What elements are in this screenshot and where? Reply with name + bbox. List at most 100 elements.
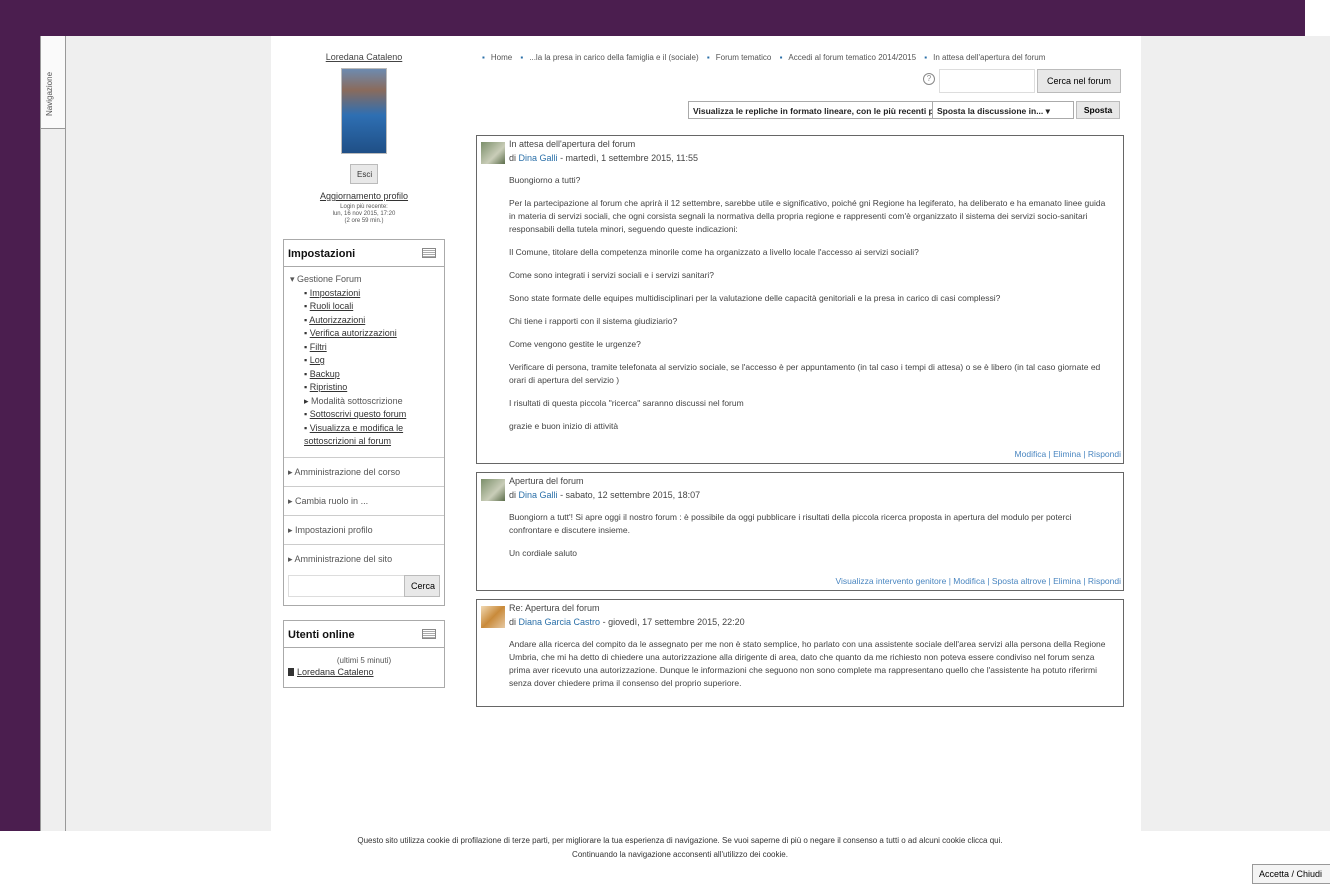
settings-title: Impostazioni	[288, 248, 356, 260]
dock-icon[interactable]	[422, 628, 436, 639]
tree-item-label[interactable]: Impostazioni	[310, 288, 361, 298]
tree-item[interactable]: ▪ Log	[290, 354, 438, 368]
post-actions[interactable]: Visualizza intervento genitore | Modific…	[477, 576, 1123, 590]
section-label: Amministrazione del corso	[294, 466, 401, 477]
accept-cookies-button[interactable]: Accetta / Chiudi	[1252, 864, 1330, 884]
avatar[interactable]	[481, 479, 505, 501]
post-author-link[interactable]: Diana Garcia Castro	[519, 617, 601, 627]
page-content: Loredana Cataleno Esci Aggiornamento pro…	[271, 36, 1141, 883]
tree-item-label[interactable]: Ripristino	[310, 382, 348, 392]
breadcrumb: ▪ Home ▪ ...la la presa in carico della fa…	[476, 48, 1124, 67]
settings-search-input[interactable]	[288, 574, 406, 597]
breadcrumb-item[interactable]: Accedi al forum tematico 2014/2015	[788, 53, 916, 62]
post-paragraph: Come sono integrati i servizi sociali e …	[509, 270, 715, 280]
section-profile-settings[interactable]: ▸ Impostazioni profilo	[284, 514, 444, 544]
tree-item[interactable]: ▪ Visualizza e modifica le sottoscrizion…	[290, 422, 438, 449]
tree-item[interactable]: ▪ Verifica autorizzazioni	[290, 327, 438, 341]
tree-item[interactable]: ▸ Modalità sottoscrizione	[290, 395, 438, 409]
tree-item-label[interactable]: Visualizza e modifica le sottoscrizioni …	[304, 423, 403, 447]
cookie-banner: Questo sito utilizza cookie di profilazi…	[0, 831, 1330, 883]
post-header: Re: Apertura del forum di Diana Garcia C…	[477, 600, 1123, 632]
forum-search-button[interactable]: Cerca nel forum	[1037, 69, 1121, 93]
post-header: Apertura del forum di Dina Galli - sabat…	[477, 473, 1123, 505]
post-date: - giovedì, 17 settembre 2015, 22:20	[602, 617, 745, 627]
post-actions[interactable]: Modifica | Elimina | Rispondi	[477, 449, 1123, 463]
tree-item[interactable]: ▪ Ruoli locali	[290, 300, 438, 314]
tree-group-forum[interactable]: ▾ Gestione Forum	[290, 273, 438, 287]
move-discussion-value: Sposta la discussione in...	[937, 106, 1044, 116]
post-date: - sabato, 12 settembre 2015, 18:07	[560, 490, 701, 500]
tree-item-label[interactable]: Autorizzazioni	[309, 315, 365, 325]
forum-search-input[interactable]	[939, 69, 1035, 93]
main-column: ▪ Home ▪ ...la la presa in carico della fa…	[476, 36, 1124, 707]
section-label: Cambia ruolo in ...	[295, 495, 369, 506]
post-subject: In attesa dell'apertura del forum	[509, 139, 636, 149]
last-login-ago: (2 ore 59 min.)	[344, 218, 384, 224]
online-users-header: Utenti online	[284, 621, 444, 648]
post-paragraph: grazie e buon inizio di attività	[509, 421, 619, 431]
post-paragraph: Andare alla ricerca del compito da le as…	[509, 639, 1106, 688]
post-byline: di Diana Garcia Castro - giovedì, 17 set…	[509, 617, 745, 627]
breadcrumb-item: In attesa dell'apertura del forum	[933, 53, 1046, 62]
profile-name-link[interactable]: Loredana Cataleno	[283, 52, 445, 62]
help-icon[interactable]: ?	[923, 73, 935, 85]
section-label: Impostazioni profilo	[295, 524, 373, 535]
tree-item[interactable]: ▪ Sottoscrivi questo forum	[290, 408, 438, 422]
section-course-admin[interactable]: ▸ Amministrazione del corso	[284, 456, 444, 486]
avatar[interactable]	[481, 606, 505, 628]
move-discussion-select[interactable]: Sposta la discussione in... ▾	[932, 101, 1074, 119]
browser-page: Navigazione Loredana Cataleno Esci Aggio…	[40, 36, 1330, 883]
post-author-link[interactable]: Dina Galli	[519, 153, 558, 163]
breadcrumb-item[interactable]: Forum tematico	[716, 53, 772, 62]
user-icon	[288, 668, 294, 677]
forum-post: Apertura del forum di Dina Galli - sabat…	[476, 472, 1124, 591]
section-change-role[interactable]: ▸ Cambia ruolo in ...	[284, 485, 444, 515]
online-period: (ultimi 5 minuti)	[336, 655, 392, 665]
avatar	[341, 68, 387, 154]
display-mode-select[interactable]: Visualizza le repliche in formato linear…	[688, 101, 938, 119]
settings-search: Cerca	[284, 573, 444, 605]
tree-item-label[interactable]: Ruoli locali	[310, 301, 354, 311]
logout-button[interactable]: Esci	[350, 164, 378, 184]
settings-search-button[interactable]: Cerca	[404, 574, 440, 597]
tree-item-label[interactable]: Verifica autorizzazioni	[310, 328, 397, 338]
online-users-title: Utenti online	[288, 628, 355, 641]
tree-item-label[interactable]: Backup	[310, 369, 340, 379]
tree-item[interactable]: ▪ Backup	[290, 368, 438, 382]
post-date: - martedì, 1 settembre 2015, 11:55	[560, 153, 698, 163]
breadcrumb-bullet: ▪	[520, 53, 524, 62]
dock-icon[interactable]	[422, 248, 436, 258]
post-body: Buongiorn a tutt'! Si apre oggi il nostr…	[477, 505, 1123, 576]
online-user-name[interactable]: Loredana Cataleno	[297, 667, 374, 677]
cookie-text: Questo sito utilizza cookie di profilazi…	[290, 834, 1070, 862]
tree-item-label[interactable]: Modalità sottoscrizione	[311, 396, 403, 406]
tree-item-label[interactable]: Log	[310, 355, 325, 365]
post-body: Andare alla ricerca del compito da le as…	[477, 632, 1123, 706]
tree-item-label[interactable]: Filtri	[310, 342, 327, 352]
tree-item[interactable]: ▪ Filtri	[290, 341, 438, 355]
breadcrumb-item[interactable]: ...la la presa in carico della famiglia …	[529, 53, 698, 62]
tree-item-label[interactable]: Sottoscrivi questo forum	[310, 409, 407, 419]
settings-header: Impostazioni	[284, 240, 444, 267]
settings-tree: ▾ Gestione Forum ▪ Impostazioni ▪ Ruoli …	[284, 267, 444, 457]
cookie-line-1: Questo sito utilizza cookie di profilazi…	[357, 836, 1003, 845]
post-paragraph: Buongiorno a tutti?	[509, 175, 581, 185]
move-button[interactable]: Sposta	[1076, 101, 1120, 119]
avatar[interactable]	[481, 142, 505, 164]
last-login-date: lun, 16 nov 2015, 17:20	[332, 211, 396, 217]
last-login-info: Login più recente: lun, 16 nov 2015, 17:…	[283, 204, 445, 225]
section-site-admin[interactable]: ▸ Amministrazione del sito	[284, 543, 444, 573]
breadcrumb-item[interactable]: Home	[491, 53, 512, 62]
tree-item[interactable]: ▪ Autorizzazioni	[290, 314, 438, 328]
post-author-link[interactable]: Dina Galli	[519, 490, 558, 500]
breadcrumb-bullet: ▪	[706, 53, 710, 62]
breadcrumb-bullet: ▪	[924, 53, 928, 62]
post-header: In attesa dell'apertura del forum di Din…	[477, 136, 1123, 168]
tree-item[interactable]: ▪ Ripristino	[290, 381, 438, 395]
tree-item[interactable]: ▪ Impostazioni	[290, 287, 438, 301]
breadcrumb-bullet: ▪	[482, 53, 485, 62]
online-user-link[interactable]: Loredana Cataleno	[284, 665, 444, 687]
navigation-tab[interactable]: Navigazione	[41, 36, 66, 129]
post-subject: Apertura del forum	[509, 476, 584, 486]
update-profile-link[interactable]: Aggiornamento profilo	[283, 191, 445, 201]
